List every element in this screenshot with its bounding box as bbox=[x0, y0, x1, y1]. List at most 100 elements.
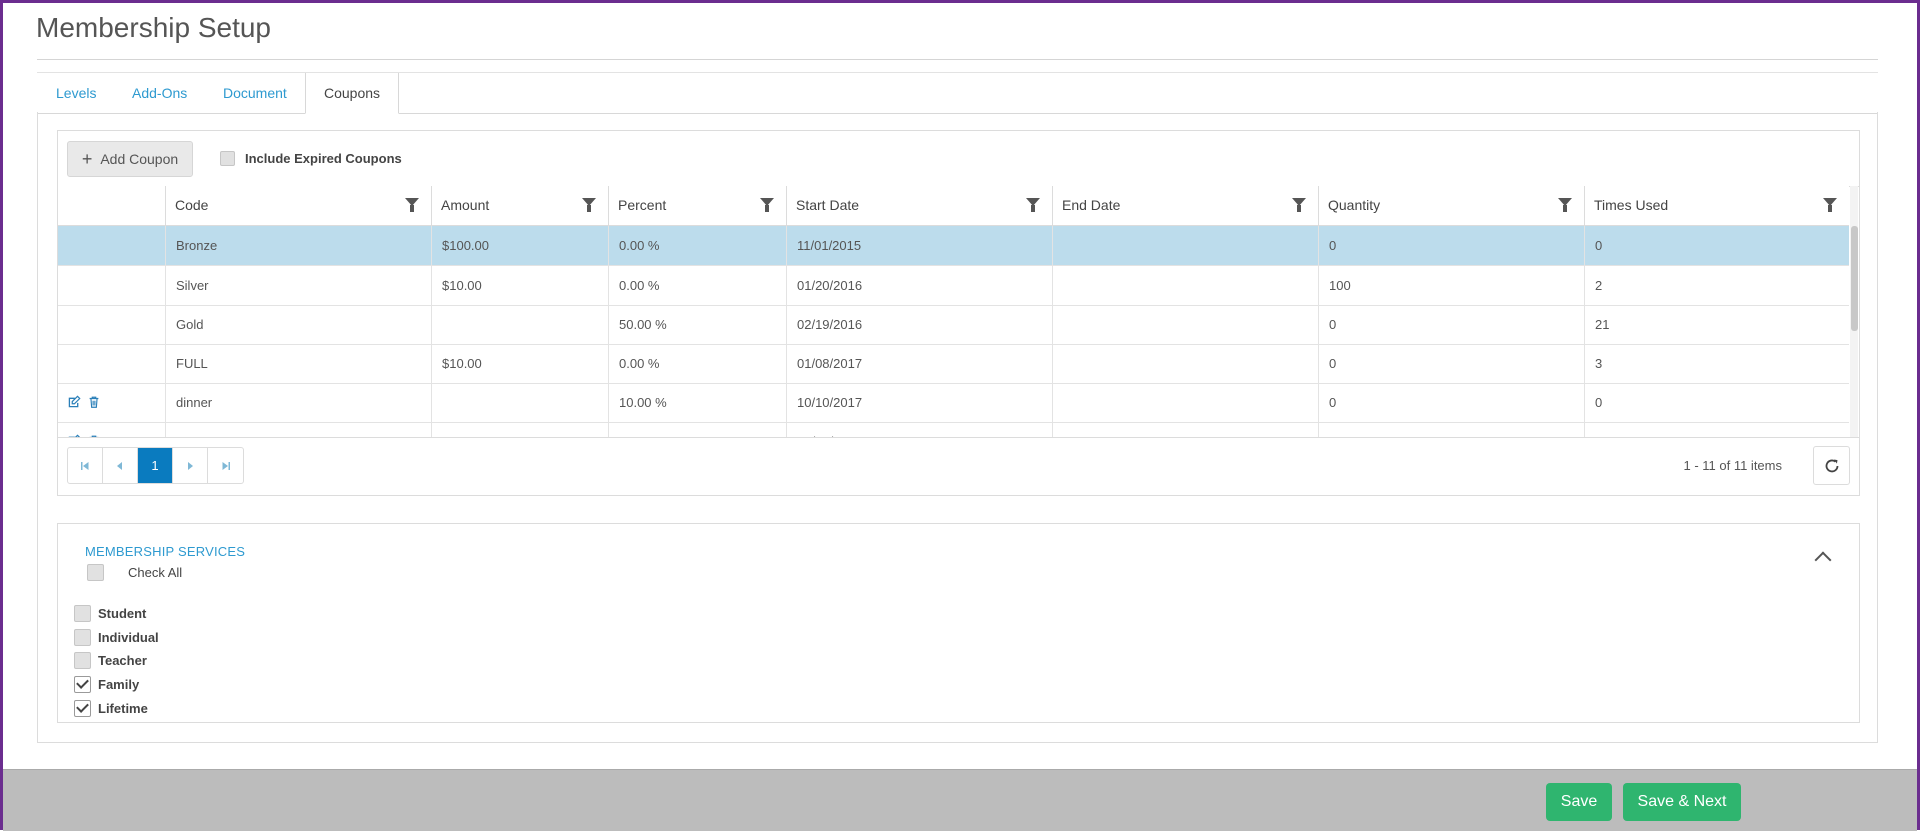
footer-bar: Save Save & Next bbox=[3, 769, 1917, 831]
pager: 1 bbox=[67, 447, 244, 484]
row-actions bbox=[58, 266, 165, 305]
cell-quantity: 0 bbox=[1318, 344, 1584, 383]
filter-icon[interactable] bbox=[1292, 198, 1306, 212]
cell-percent: 0.00 % bbox=[608, 344, 786, 383]
tab-levels[interactable]: Levels bbox=[56, 73, 96, 113]
header-code-label: Code bbox=[175, 197, 209, 213]
cell-amount: $100.00 bbox=[431, 226, 608, 265]
page-title: Membership Setup bbox=[36, 12, 272, 43]
next-page-button[interactable] bbox=[173, 448, 208, 483]
filter-icon[interactable] bbox=[1823, 198, 1837, 212]
cell-times-used: 2 bbox=[1584, 266, 1849, 305]
table-row[interactable]: Bronze $100.00 0.00 % 11/01/2015 0 0 bbox=[58, 226, 1849, 266]
cell-quantity: 0 bbox=[1318, 226, 1584, 265]
trash-icon[interactable] bbox=[87, 395, 101, 409]
save-and-next-button[interactable]: Save & Next bbox=[1623, 783, 1741, 821]
tab-document[interactable]: Document bbox=[223, 73, 287, 113]
service-label: Individual bbox=[98, 630, 159, 645]
cell-end-date bbox=[1052, 344, 1318, 383]
cell-times-used: 21 bbox=[1584, 305, 1849, 344]
previous-page-button[interactable] bbox=[103, 448, 138, 483]
header-end-date[interactable]: End Date bbox=[1052, 186, 1318, 225]
cell-code: Silver bbox=[165, 266, 431, 305]
filter-icon[interactable] bbox=[582, 198, 596, 212]
header-code[interactable]: Code bbox=[165, 186, 431, 225]
header-actions bbox=[58, 186, 165, 225]
include-expired-toggle[interactable]: Include Expired Coupons bbox=[220, 151, 402, 166]
header-start-date[interactable]: Start Date bbox=[786, 186, 1052, 225]
check-all-toggle[interactable]: Check All bbox=[87, 564, 182, 581]
add-coupon-label: Add Coupon bbox=[100, 151, 179, 167]
service-label: Lifetime bbox=[98, 701, 148, 716]
tab-coupons[interactable]: Coupons bbox=[305, 73, 400, 114]
scrollbar-thumb[interactable] bbox=[1851, 226, 1858, 331]
add-coupon-button[interactable]: + Add Coupon bbox=[67, 141, 193, 177]
cell-amount bbox=[431, 305, 608, 344]
header-quantity[interactable]: Quantity bbox=[1318, 186, 1584, 225]
service-checkbox[interactable] bbox=[74, 605, 91, 622]
cell-percent: 10.00 % bbox=[608, 383, 786, 422]
refresh-button[interactable] bbox=[1813, 446, 1850, 485]
cell-amount: $10.00 bbox=[431, 344, 608, 383]
cell-end-date bbox=[1052, 266, 1318, 305]
service-item-individual[interactable]: Individual bbox=[74, 629, 159, 646]
table-row[interactable]: dinner 10.00 % 10/10/2017 0 0 bbox=[58, 383, 1849, 423]
service-item-teacher[interactable]: Teacher bbox=[74, 652, 147, 669]
header-times-used-label: Times Used bbox=[1594, 197, 1669, 213]
table-row[interactable]: Silver $10.00 0.00 % 01/20/2016 100 2 bbox=[58, 266, 1849, 306]
chevron-up-icon[interactable] bbox=[1814, 551, 1832, 569]
cell-code: Bronze bbox=[165, 226, 431, 265]
first-page-button[interactable] bbox=[68, 448, 103, 483]
cell-start-date: 01/20/2016 bbox=[786, 266, 1052, 305]
header-times-used[interactable]: Times Used bbox=[1584, 186, 1849, 225]
header-quantity-label: Quantity bbox=[1328, 197, 1381, 213]
cell-amount: $10.00 bbox=[431, 266, 608, 305]
row-actions bbox=[58, 305, 165, 344]
service-item-lifetime[interactable]: Lifetime bbox=[74, 700, 148, 717]
filter-icon[interactable] bbox=[760, 198, 774, 212]
cell-quantity: 0 bbox=[1318, 422, 1584, 437]
header-percent[interactable]: Percent bbox=[608, 186, 786, 225]
row-actions bbox=[58, 422, 165, 437]
service-item-family[interactable]: Family bbox=[74, 676, 139, 693]
service-label: Family bbox=[98, 677, 140, 692]
service-checkbox[interactable] bbox=[74, 700, 91, 717]
edit-icon[interactable] bbox=[67, 395, 81, 409]
table-row[interactable]: FULL $10.00 0.00 % 01/08/2017 0 3 bbox=[58, 344, 1849, 384]
header-amount[interactable]: Amount bbox=[431, 186, 608, 225]
cell-start-date: 11/01/2015 bbox=[786, 226, 1052, 265]
check-all-checkbox[interactable] bbox=[87, 564, 104, 581]
last-page-button[interactable] bbox=[208, 448, 243, 483]
services-title[interactable]: MEMBERSHIP SERVICES bbox=[85, 544, 245, 559]
previous-page-icon bbox=[117, 461, 122, 470]
service-checkbox[interactable] bbox=[74, 652, 91, 669]
tab-add-ons[interactable]: Add-Ons bbox=[132, 73, 187, 113]
page-1-button[interactable]: 1 bbox=[138, 448, 173, 483]
cell-percent: 0.00 % bbox=[608, 226, 786, 265]
cell-start-date: 10/10/2017 bbox=[786, 383, 1052, 422]
service-label: Teacher bbox=[98, 653, 147, 668]
service-item-student[interactable]: Student bbox=[74, 605, 146, 622]
cell-start-date: 01/08/2017 bbox=[786, 344, 1052, 383]
cell-percent: 0.00 % bbox=[608, 266, 786, 305]
cell-start-date: 02/17/2024 bbox=[786, 422, 1052, 437]
save-button[interactable]: Save bbox=[1546, 783, 1612, 821]
service-checkbox[interactable] bbox=[74, 629, 91, 646]
cell-percent: 50.00 % bbox=[608, 305, 786, 344]
row-actions bbox=[58, 226, 165, 265]
filter-icon[interactable] bbox=[405, 198, 419, 212]
cell-times-used: 0 bbox=[1584, 383, 1849, 422]
cell-times-used: 3 bbox=[1584, 344, 1849, 383]
filter-icon[interactable] bbox=[1026, 198, 1040, 212]
header-percent-label: Percent bbox=[618, 197, 667, 213]
last-page-icon bbox=[222, 461, 230, 470]
filter-icon[interactable] bbox=[1558, 198, 1572, 212]
table-row[interactable]: Gold 50.00 % 02/19/2016 0 21 bbox=[58, 305, 1849, 345]
cell-end-date bbox=[1052, 383, 1318, 422]
vertical-scrollbar[interactable] bbox=[1850, 186, 1858, 437]
table-row[interactable]: Cot 2024C 100.00 % 02/17/2024 0 0 bbox=[58, 422, 1849, 437]
refresh-icon bbox=[1825, 459, 1838, 472]
service-label: Student bbox=[98, 606, 147, 621]
service-checkbox[interactable] bbox=[74, 676, 91, 693]
include-expired-checkbox[interactable] bbox=[220, 151, 235, 166]
